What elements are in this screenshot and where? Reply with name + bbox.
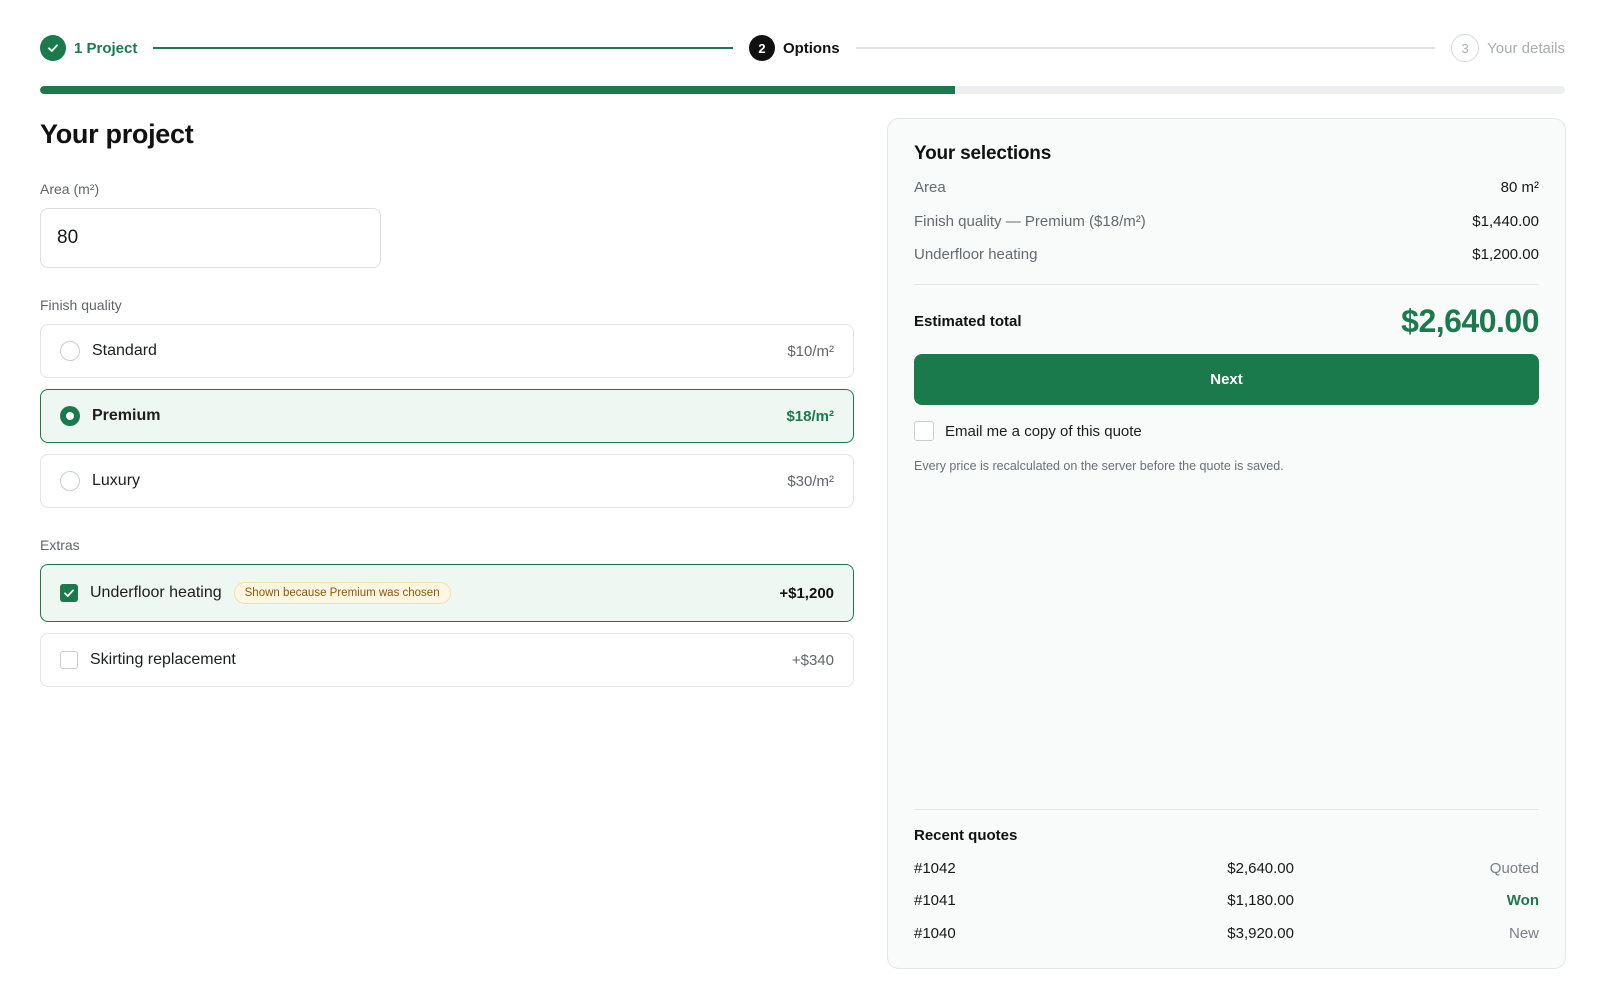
summary-value: $1,440.00 xyxy=(1472,213,1539,230)
recent-quote-row[interactable]: #1040 $3,920.00 New xyxy=(914,925,1539,945)
summary-label: Underfloor heating xyxy=(914,246,1038,263)
extras-label: Extras xyxy=(40,537,80,553)
finish-option-premium[interactable]: Premium $18/m² xyxy=(40,389,854,443)
extra-label: Underfloor heating xyxy=(90,584,222,601)
finish-quality-label: Finish quality xyxy=(40,297,122,313)
finish-option-luxury[interactable]: Luxury $30/m² xyxy=(40,454,854,508)
area-label: Area (m²) xyxy=(40,181,100,197)
step-number: 2 xyxy=(748,35,775,61)
option-label: Luxury xyxy=(92,472,141,489)
extra-price: +$1,200 xyxy=(779,584,834,602)
option-label: Standard xyxy=(92,342,157,359)
stepper: 1 Project 2 Options 3 Your details xyxy=(40,34,1565,62)
extra-price: +$340 xyxy=(791,651,834,669)
checkbox-checked[interactable] xyxy=(60,584,78,602)
checkbox[interactable] xyxy=(60,651,78,669)
quote-status: Quoted xyxy=(1489,860,1539,877)
project-form: Your project Area (m²) Finish quality St… xyxy=(40,118,854,687)
summary-label: Area xyxy=(914,179,946,196)
email-label: Email me a copy of this quote xyxy=(945,422,1142,440)
selections-panel: Your selections Area 80 m² Finish qualit… xyxy=(887,118,1566,969)
check-icon xyxy=(64,589,74,597)
total-value: $2,640.00 xyxy=(1401,302,1539,339)
summary-value: 80 m² xyxy=(1500,179,1539,196)
quote-status: New xyxy=(1508,925,1539,942)
area-input[interactable] xyxy=(40,208,381,268)
extra-skirting-replacement[interactable]: Skirting replacement +$340 xyxy=(40,633,854,687)
step-number: 3 xyxy=(1451,34,1480,62)
summary-row-underfloor: Underfloor heating $1,200.00 xyxy=(914,246,1539,263)
step-options[interactable]: 2 Options xyxy=(748,35,840,61)
option-price: $30/m² xyxy=(787,472,834,490)
step-label: Options xyxy=(782,39,840,57)
progress-bar xyxy=(40,86,1565,94)
conditional-badge: Shown because Premium was chosen xyxy=(233,582,451,604)
option-label: Premium xyxy=(92,407,161,424)
radio-button[interactable] xyxy=(60,341,80,361)
step-your-details[interactable]: 3 Your details xyxy=(1451,34,1565,62)
recent-quote-row[interactable]: #1041 $1,180.00 Won xyxy=(914,892,1539,912)
step-project[interactable]: 1 Project xyxy=(40,35,137,61)
panel-title: Your selections xyxy=(914,143,1052,164)
quote-id: #1041 xyxy=(914,892,956,909)
step-connector xyxy=(153,47,733,49)
quote-amount: $3,920.00 xyxy=(1227,925,1294,942)
extra-label: Skirting replacement xyxy=(90,651,236,668)
summary-row-area: Area 80 m² xyxy=(914,179,1539,196)
divider xyxy=(914,284,1539,285)
step-label: 1 Project xyxy=(74,39,138,57)
quote-amount: $1,180.00 xyxy=(1227,892,1294,909)
divider xyxy=(914,809,1539,810)
email-checkbox[interactable] xyxy=(914,421,934,441)
finish-option-standard[interactable]: Standard $10/m² xyxy=(40,324,854,378)
step-label: Your details xyxy=(1487,39,1566,57)
recent-quotes-title: Recent quotes xyxy=(914,827,1018,844)
extra-underfloor-heating[interactable]: Underfloor heating Shown because Premium… xyxy=(40,564,854,622)
summary-label: Finish quality — Premium ($18/m²) xyxy=(914,213,1146,230)
next-button[interactable]: Next xyxy=(914,354,1539,405)
check-icon xyxy=(40,35,66,61)
option-price: $18/m² xyxy=(786,407,834,425)
summary-row-finish: Finish quality — Premium ($18/m²) $1,440… xyxy=(914,213,1539,230)
recent-quote-row[interactable]: #1042 $2,640.00 Quoted xyxy=(914,860,1539,880)
radio-button[interactable] xyxy=(60,471,80,491)
recalc-note: Every price is recalculated on the serve… xyxy=(914,459,1284,473)
email-quote-option[interactable]: Email me a copy of this quote xyxy=(914,421,1142,441)
quote-id: #1040 xyxy=(914,925,956,942)
total-label: Estimated total xyxy=(914,312,1022,330)
option-price: $10/m² xyxy=(787,342,834,360)
progress-fill xyxy=(40,86,955,94)
quote-amount: $2,640.00 xyxy=(1227,860,1294,877)
page-title: Your project xyxy=(40,119,194,149)
summary-value: $1,200.00 xyxy=(1472,246,1539,263)
quote-status: Won xyxy=(1506,892,1539,909)
estimated-total: Estimated total $2,640.00 xyxy=(914,301,1539,341)
quote-id: #1042 xyxy=(914,860,956,877)
radio-button-selected[interactable] xyxy=(60,406,80,426)
step-connector xyxy=(855,47,1436,49)
